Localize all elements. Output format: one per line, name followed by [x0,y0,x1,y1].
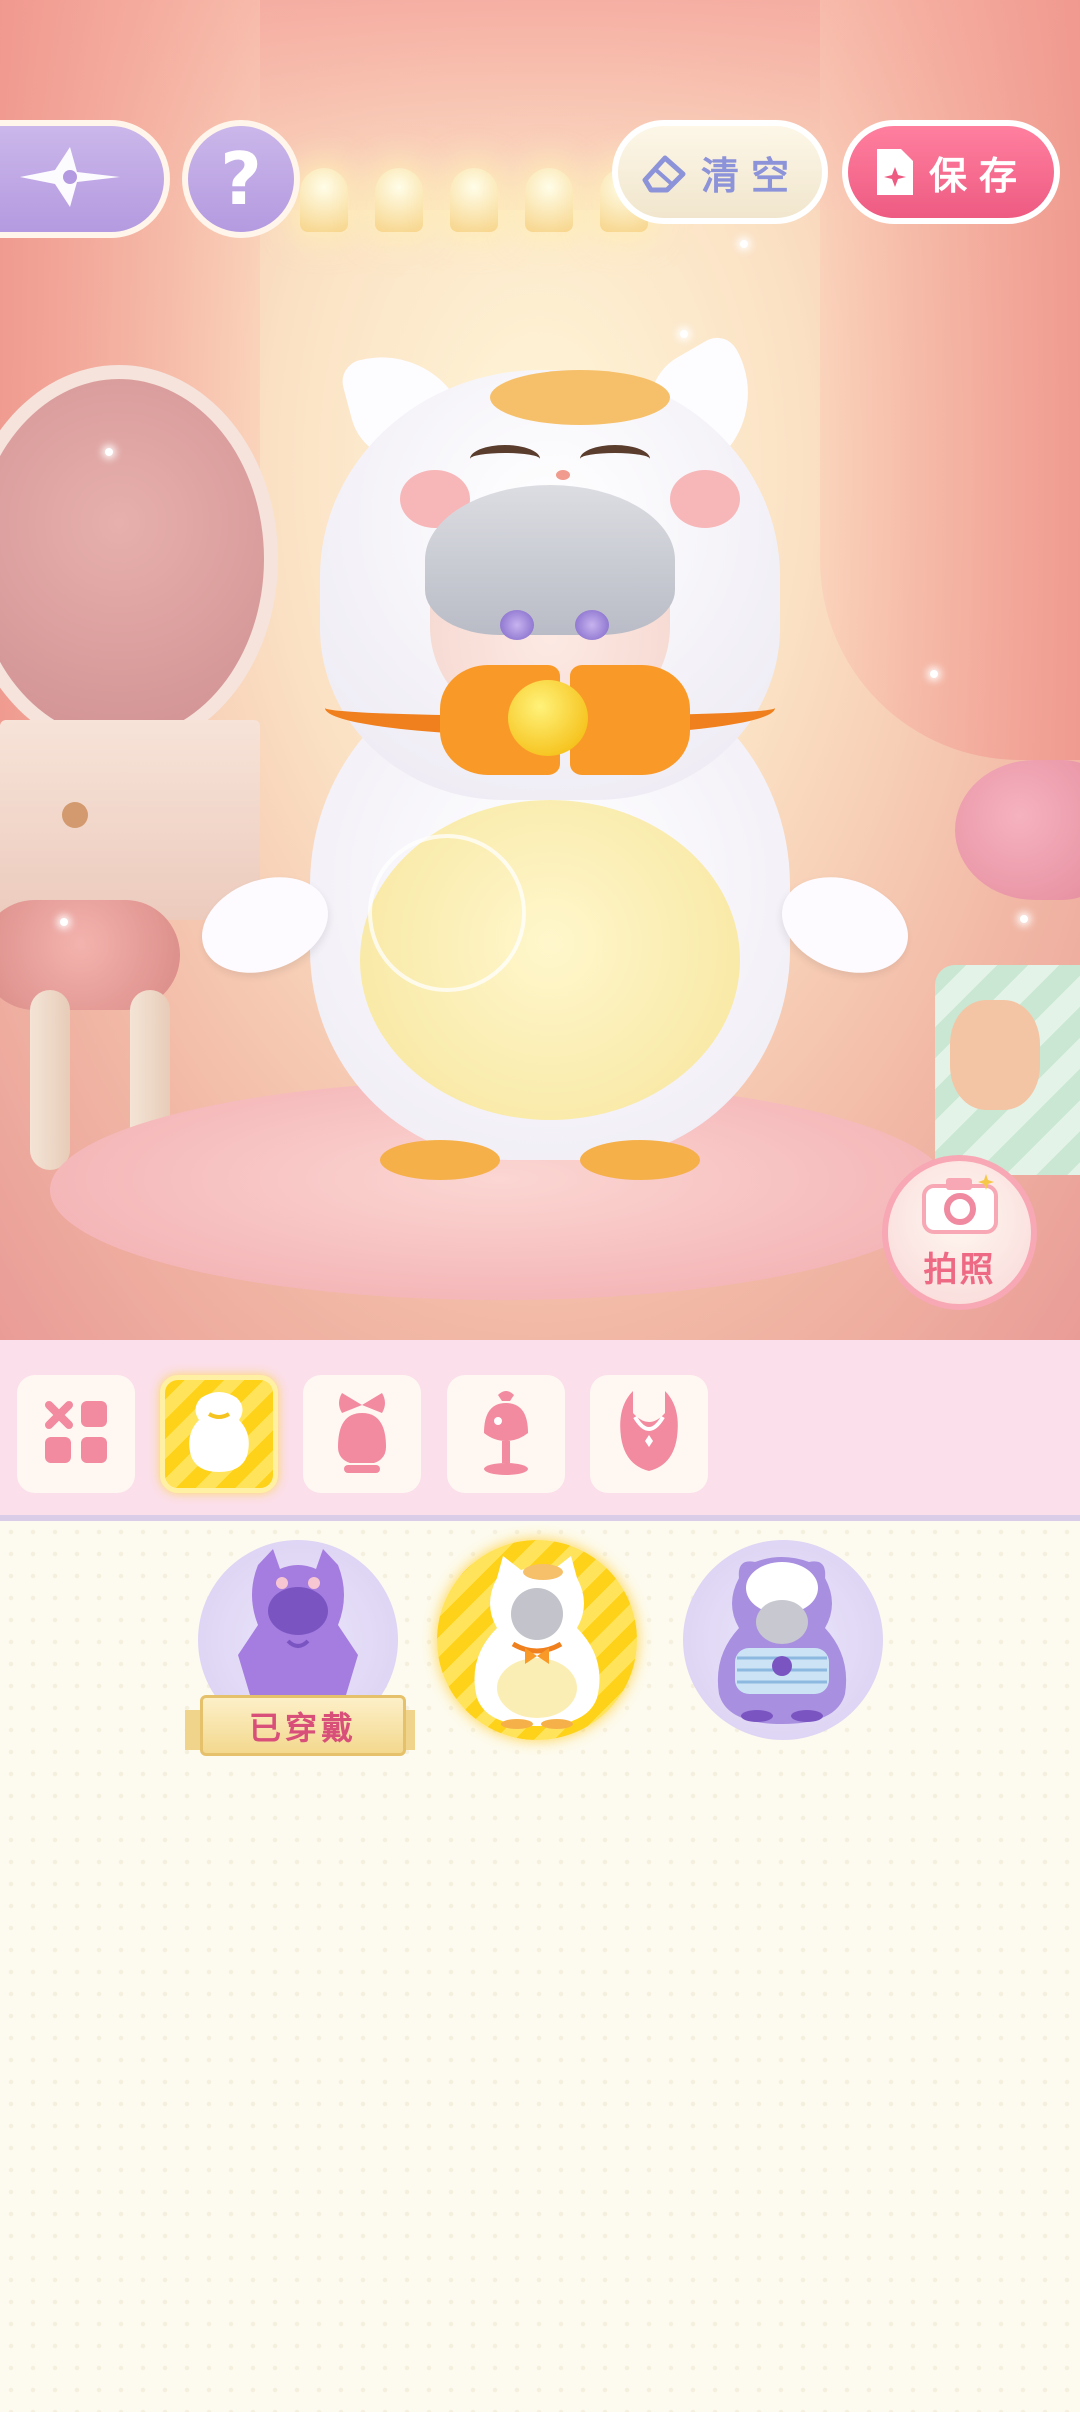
bow-right [570,665,690,775]
help-question-mark: ? [220,137,262,221]
hair-bow-icon [324,1387,400,1481]
character-eye-right [575,610,609,640]
hood-orange-patch [490,370,670,425]
purple-cat-hoodie-icon [218,1545,378,1719]
sparkle [930,670,938,678]
light-bulb [300,168,348,232]
hood-cheek-right [670,470,740,528]
equipped-label: 已穿戴 [248,1708,357,1747]
back-button[interactable] [0,120,170,238]
save-button[interactable]: 保存 [842,120,1060,224]
compass-star-icon [15,142,125,216]
hood-nose [556,470,570,480]
clear-label: 清空 [700,153,801,198]
gift-bow [950,1000,1040,1110]
light-bulb [375,168,423,232]
sparkle [60,918,68,926]
hamster-costume-icon [697,1548,867,1732]
necklace-icon [611,1387,687,1481]
player-character[interactable] [188,329,922,1180]
tab-necklace[interactable] [590,1375,708,1493]
tab-all[interactable] [17,1375,135,1493]
photo-button[interactable]: 拍照 [882,1155,1037,1310]
white-cat-costume-icon [457,1548,617,1738]
eraser-icon [639,150,689,194]
golden-bell [508,680,588,756]
costume-item-hamster[interactable] [683,1540,883,1740]
sparkle [1020,915,1028,923]
equipped-badge: 已穿戴 [200,1695,406,1756]
help-button[interactable]: ? [182,120,300,238]
tab-costume[interactable] [160,1375,278,1493]
camera-icon [920,1174,1000,1240]
sparkle [105,448,113,456]
tab-hair-accessory[interactable] [303,1375,421,1493]
drawer-knob [62,802,88,828]
character-hair [425,485,675,635]
sparkle [740,240,748,248]
costume-foot-left [380,1140,500,1180]
hood-eye-right [580,445,650,473]
save-label: 保存 [928,153,1029,198]
hood-eye-left [470,445,540,473]
light-bulb [450,168,498,232]
grid-icon [41,1397,111,1471]
character-eye-left [500,610,534,640]
save-document-icon [873,145,917,199]
plush-toy [955,760,1080,900]
photo-label: 拍照 [923,1250,996,1290]
costume-icon [181,1390,257,1478]
costume-foot-right [580,1140,700,1180]
tab-hat[interactable] [447,1375,565,1493]
costume-arm-right [768,860,922,990]
clear-button[interactable]: 清空 [612,120,828,224]
hat-icon [468,1387,544,1481]
costume-item-white-cat[interactable] [437,1540,637,1740]
touch-indicator-ring [368,834,526,992]
sparkle [680,330,688,338]
stool-leg [30,990,70,1170]
light-bulb [525,168,573,232]
